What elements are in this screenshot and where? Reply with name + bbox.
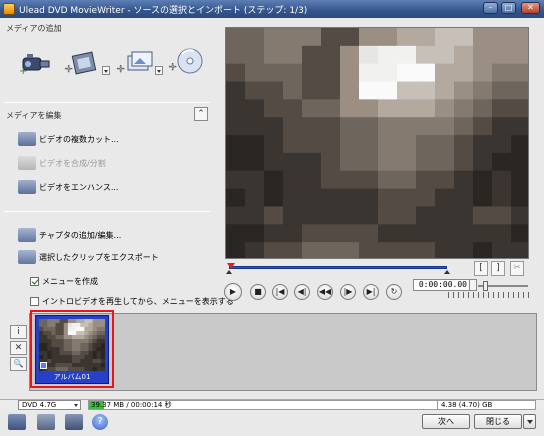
title-bar: Ulead DVD MovieWriter - ソースの選択とインポート (ステ… bbox=[0, 0, 544, 18]
enhance-icon bbox=[18, 180, 36, 194]
scrubber-track bbox=[229, 266, 447, 269]
left-panel: メディアの追加 + + + + メディアを編集 ⌃ ビデオの複数カット... ビ… bbox=[4, 20, 234, 310]
help-icon[interactable]: ? bbox=[92, 414, 108, 430]
checkbox-box bbox=[30, 297, 39, 306]
chapter-task[interactable]: チャプタの追加/編集... bbox=[18, 227, 121, 243]
close-window-button[interactable]: ✕ bbox=[521, 2, 540, 14]
add-video-dropdown[interactable] bbox=[102, 66, 110, 75]
volume-knob[interactable] bbox=[483, 281, 488, 291]
remove-clip-button[interactable]: ✕ bbox=[10, 341, 27, 355]
mark-out-button[interactable]: ] bbox=[491, 261, 505, 276]
app-icon bbox=[3, 3, 15, 15]
add-video-button[interactable]: + bbox=[64, 50, 100, 76]
next-button[interactable]: |▶ bbox=[340, 284, 356, 300]
preview-window bbox=[225, 27, 529, 259]
add-slideshow-dropdown[interactable] bbox=[155, 66, 163, 75]
intro-video-checkbox[interactable]: イントロビデオを再生してから、メニューを表示する bbox=[30, 296, 234, 307]
close-project-button[interactable]: 閉じる bbox=[474, 414, 522, 429]
capacity-bar: 39.37 MB / 00:00:14 秒 4.38 (4.70) GB bbox=[88, 400, 536, 410]
export-clip-task[interactable]: 選択したクリップをエクスポート bbox=[18, 249, 159, 265]
separator bbox=[4, 102, 210, 103]
scrubber-handle[interactable] bbox=[227, 263, 235, 269]
search-button[interactable]: 🔍 bbox=[10, 357, 27, 371]
close-dropdown-button[interactable] bbox=[523, 414, 536, 429]
zoom-ruler bbox=[448, 292, 530, 298]
minimize-button[interactable]: – bbox=[483, 2, 498, 14]
multi-cut-task[interactable]: ビデオの複数カット... bbox=[18, 131, 119, 147]
disc-type-select[interactable]: DVD 4.7G bbox=[18, 400, 81, 410]
import-disc-button[interactable]: + bbox=[168, 48, 206, 76]
mark-in-indicator bbox=[226, 270, 232, 274]
collapse-button[interactable]: ⌃ bbox=[194, 107, 208, 121]
chapter-icon bbox=[18, 228, 36, 242]
timecode-spinner[interactable] bbox=[469, 279, 477, 291]
svg-text:+: + bbox=[64, 62, 73, 75]
capacity-limit-mark bbox=[437, 401, 438, 409]
multi-cut-label: ビデオの複数カット... bbox=[39, 134, 119, 144]
photos-icon: + bbox=[116, 51, 153, 75]
capture-video-button[interactable]: + bbox=[19, 50, 53, 77]
film-strip-icon: + bbox=[64, 51, 97, 75]
settings-icon[interactable] bbox=[37, 414, 55, 430]
svg-text:+: + bbox=[168, 60, 177, 73]
enhance-label: ビデオをエンハンス... bbox=[39, 182, 119, 192]
prev-frame-button[interactable]: ◀◀ bbox=[317, 284, 333, 300]
disc-template-icon[interactable] bbox=[65, 414, 83, 430]
window-title: Ulead DVD MovieWriter - ソースの選択とインポート (ステ… bbox=[19, 6, 308, 16]
merge-split-task[interactable]: ビデオを合成/分割 bbox=[18, 155, 106, 171]
create-menu-label: メニューを作成 bbox=[42, 277, 98, 286]
mark-in-button[interactable]: [ bbox=[474, 261, 488, 276]
cut-button[interactable]: ✂ bbox=[510, 261, 524, 276]
scrubber[interactable] bbox=[226, 263, 450, 274]
intro-video-label: イントロビデオを再生してから、メニューを表示する bbox=[42, 297, 234, 306]
disc-icon: + bbox=[168, 48, 203, 74]
chapter-label: チャプタの追加/編集... bbox=[39, 230, 122, 240]
separator bbox=[4, 211, 210, 212]
capacity-used-label: 39.37 MB / 00:00:14 秒 bbox=[91, 401, 172, 409]
repeat-button[interactable]: ↻ bbox=[386, 284, 402, 300]
play-button[interactable]: ▶ bbox=[224, 283, 242, 301]
timecode-display[interactable]: 0:00:00.00 bbox=[413, 279, 471, 291]
capacity-total-label: 4.38 (4.70) GB bbox=[441, 401, 493, 409]
merge-split-label: ビデオを合成/分割 bbox=[39, 158, 106, 168]
clip-info-button[interactable]: i bbox=[10, 325, 27, 339]
add-slideshow-button[interactable]: + bbox=[116, 50, 154, 76]
volume-slider[interactable] bbox=[478, 281, 528, 291]
export-icon bbox=[18, 250, 36, 264]
project-settings-icon[interactable] bbox=[8, 414, 26, 430]
next-step-button[interactable]: 次へ bbox=[422, 414, 470, 429]
prev-button[interactable]: ◀| bbox=[294, 284, 310, 300]
home-button[interactable]: |◀ bbox=[272, 284, 288, 300]
highlight-box bbox=[30, 310, 114, 388]
merge-split-icon bbox=[18, 156, 36, 170]
maximize-button[interactable]: □ bbox=[501, 2, 516, 14]
stop-button[interactable]: ■ bbox=[250, 284, 266, 300]
edit-media-title: メディアを編集 bbox=[6, 111, 62, 120]
svg-text:+: + bbox=[19, 66, 27, 76]
add-media-title: メディアの追加 bbox=[6, 24, 62, 33]
multi-cut-icon bbox=[18, 132, 36, 146]
create-menu-checkbox[interactable]: メニューを作成 bbox=[30, 276, 98, 287]
mark-out-indicator bbox=[444, 270, 450, 274]
end-button[interactable]: ▶| bbox=[363, 284, 379, 300]
svg-text:+: + bbox=[116, 62, 125, 75]
checkbox-box bbox=[30, 277, 39, 286]
camcorder-icon: + bbox=[19, 54, 50, 77]
enhance-task[interactable]: ビデオをエンハンス... bbox=[18, 179, 118, 195]
export-label: 選択したクリップをエクスポート bbox=[39, 252, 159, 262]
preview-image bbox=[226, 28, 528, 258]
